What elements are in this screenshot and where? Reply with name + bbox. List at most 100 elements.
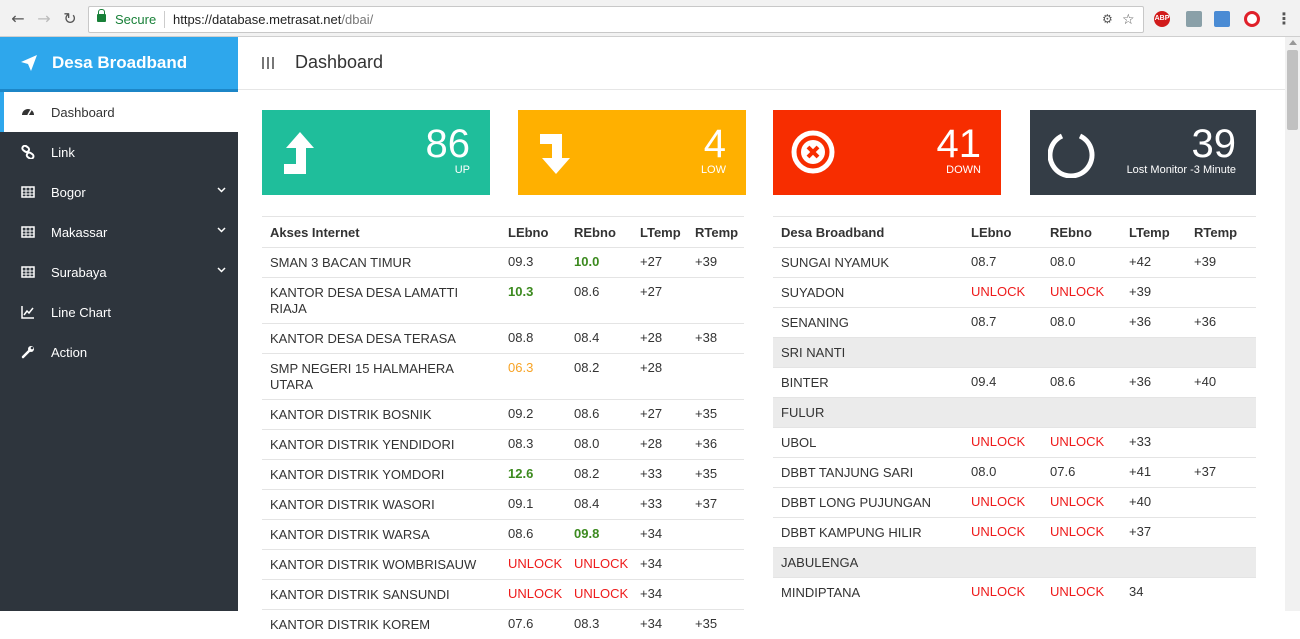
menu-toggle-icon[interactable] xyxy=(261,56,275,70)
cell-lebno: 08.6 xyxy=(500,520,566,550)
table-header-row: Desa Broadband LEbno REbno LTemp RTemp xyxy=(773,217,1256,248)
table-icon xyxy=(21,185,35,199)
group-row: FULUR xyxy=(773,398,1256,428)
opera-icon[interactable] xyxy=(1244,11,1260,27)
cell-rtemp: +35 xyxy=(687,400,744,430)
cell-rebno: 08.6 xyxy=(566,400,632,430)
cell-ltemp: +36 xyxy=(1121,368,1186,398)
cell-rebno: 08.0 xyxy=(1042,308,1121,338)
scrollbar[interactable] xyxy=(1285,37,1300,611)
scrollbar-thumb[interactable] xyxy=(1287,50,1298,130)
cell-rtemp: +35 xyxy=(687,460,744,490)
sidebar-item-action[interactable]: Action xyxy=(0,332,238,372)
forward-icon[interactable]: → xyxy=(34,9,54,29)
secure-label: Secure xyxy=(115,12,156,27)
top-bar: Dashboard xyxy=(238,37,1285,90)
adblock-icon[interactable]: ABP xyxy=(1154,11,1170,27)
cell-lebno: UNLOCK xyxy=(963,488,1042,518)
column-header[interactable]: LEbno xyxy=(963,217,1042,248)
sidebar-item-label: Dashboard xyxy=(51,105,115,120)
cell-lebno xyxy=(963,398,1042,428)
cell-lebno: 06.3 xyxy=(500,354,566,400)
cell-lebno: 09.1 xyxy=(500,490,566,520)
cell-lebno: 07.6 xyxy=(500,610,566,639)
column-header[interactable]: Akses Internet xyxy=(262,217,500,248)
row-name: SMAN 3 BACAN TIMUR xyxy=(262,248,500,278)
back-icon[interactable]: ← xyxy=(8,9,28,29)
times-circle-icon xyxy=(791,128,841,178)
cell-rtemp xyxy=(1186,338,1256,368)
cell-ltemp xyxy=(1121,338,1186,368)
cell-ltemp: +41 xyxy=(1121,458,1186,488)
row-name: BINTER xyxy=(773,368,963,398)
cell-lebno: 09.2 xyxy=(500,400,566,430)
brand-header[interactable]: Desa Broadband xyxy=(0,37,238,89)
lock-icon xyxy=(97,14,106,22)
cell-ltemp: +34 xyxy=(632,580,687,610)
cell-lebno xyxy=(963,338,1042,368)
chevron-down-icon xyxy=(217,265,226,274)
cell-rebno: 10.0 xyxy=(566,248,632,278)
sidebar-item-makassar[interactable]: Makassar xyxy=(0,212,238,252)
cell-rtemp: +39 xyxy=(687,248,744,278)
sidebar-item-surabaya[interactable]: Surabaya xyxy=(0,252,238,292)
arrow-up-icon xyxy=(280,128,330,178)
column-header[interactable]: RTemp xyxy=(1186,217,1256,248)
table-row: KANTOR DISTRIK KOREM07.608.3+34+35 xyxy=(262,610,744,639)
status-card-lost-monitor: 39 Lost Monitor -3 Minute xyxy=(1030,110,1256,195)
bookmark-star-icon[interactable]: ☆ xyxy=(1122,12,1135,28)
cell-rebno xyxy=(1042,338,1121,368)
cell-rtemp xyxy=(1186,278,1256,308)
column-header[interactable]: REbno xyxy=(566,217,632,248)
group-row: JABULENGA xyxy=(773,548,1256,578)
sidebar: Desa Broadband Dashboard Link Bogor Maka… xyxy=(0,37,238,611)
row-name: DBBT LONG PUJUNGAN xyxy=(773,488,963,518)
arrow-down-icon xyxy=(536,128,586,178)
column-header[interactable]: Desa Broadband xyxy=(773,217,963,248)
row-name: KANTOR DESA DESA LAMATTI RIAJA xyxy=(262,278,500,324)
chevron-down-icon xyxy=(217,185,226,194)
sidebar-item-link[interactable]: Link xyxy=(0,132,238,172)
sidebar-item-bogor[interactable]: Bogor xyxy=(0,172,238,212)
sidebar-item-line-chart[interactable]: Line Chart xyxy=(0,292,238,332)
reload-icon[interactable]: ↻ xyxy=(60,9,80,29)
table-row: DBBT LONG PUJUNGANUNLOCKUNLOCK+40 xyxy=(773,488,1256,518)
url-text[interactable]: https://database.metrasat.net/dbai/ xyxy=(173,12,373,27)
cell-ltemp: +34 xyxy=(632,550,687,580)
table-row: KANTOR DISTRIK WARSA08.609.8+34 xyxy=(262,520,744,550)
scroll-up-icon[interactable] xyxy=(1289,40,1297,45)
browser-toolbar: ← → ↻ Secure https://database.metrasat.n… xyxy=(0,0,1300,37)
table-row: MINDIPTANAUNLOCKUNLOCK34 xyxy=(773,578,1256,608)
akses-internet-table: Akses Internet LEbno REbno LTemp RTemp S… xyxy=(262,216,744,639)
cell-rtemp xyxy=(1186,398,1256,428)
column-header[interactable]: LTemp xyxy=(632,217,687,248)
link-icon xyxy=(21,145,35,159)
cell-rtemp: +37 xyxy=(687,490,744,520)
row-name: DBBT KAMPUNG HILIR xyxy=(773,518,963,548)
extension-icon[interactable] xyxy=(1186,11,1202,27)
cell-rebno: UNLOCK xyxy=(1042,518,1121,548)
cell-ltemp: +28 xyxy=(632,430,687,460)
column-header[interactable]: REbno xyxy=(1042,217,1121,248)
row-name: KANTOR DISTRIK WOMBRISAUW xyxy=(262,550,500,580)
cell-rebno: 08.3 xyxy=(566,610,632,639)
column-header[interactable]: LTemp xyxy=(1121,217,1186,248)
cell-rebno: 08.4 xyxy=(566,490,632,520)
chevron-down-icon xyxy=(217,225,226,234)
cell-ltemp: +40 xyxy=(1121,488,1186,518)
table-row: KANTOR DISTRIK BOSNIK09.208.6+27+35 xyxy=(262,400,744,430)
cell-lebno: 09.4 xyxy=(963,368,1042,398)
column-header[interactable]: RTemp xyxy=(687,217,744,248)
site-settings-icon[interactable]: ⚙ xyxy=(1102,12,1113,26)
row-name: KANTOR DISTRIK YOMDORI xyxy=(262,460,500,490)
row-name: KANTOR DESA DESA TERASA xyxy=(262,324,500,354)
sidebar-item-dashboard[interactable]: Dashboard xyxy=(0,92,238,132)
translate-icon[interactable] xyxy=(1214,11,1230,27)
card-label: DOWN xyxy=(946,164,981,176)
column-header[interactable]: LEbno xyxy=(500,217,566,248)
table-icon xyxy=(21,225,35,239)
address-bar[interactable]: Secure https://database.metrasat.net/dba… xyxy=(88,6,1144,33)
row-name: SRI NANTI xyxy=(773,338,963,368)
cell-rebno: 09.8 xyxy=(566,520,632,550)
browser-menu-icon[interactable]: ⋮ xyxy=(1274,9,1294,29)
